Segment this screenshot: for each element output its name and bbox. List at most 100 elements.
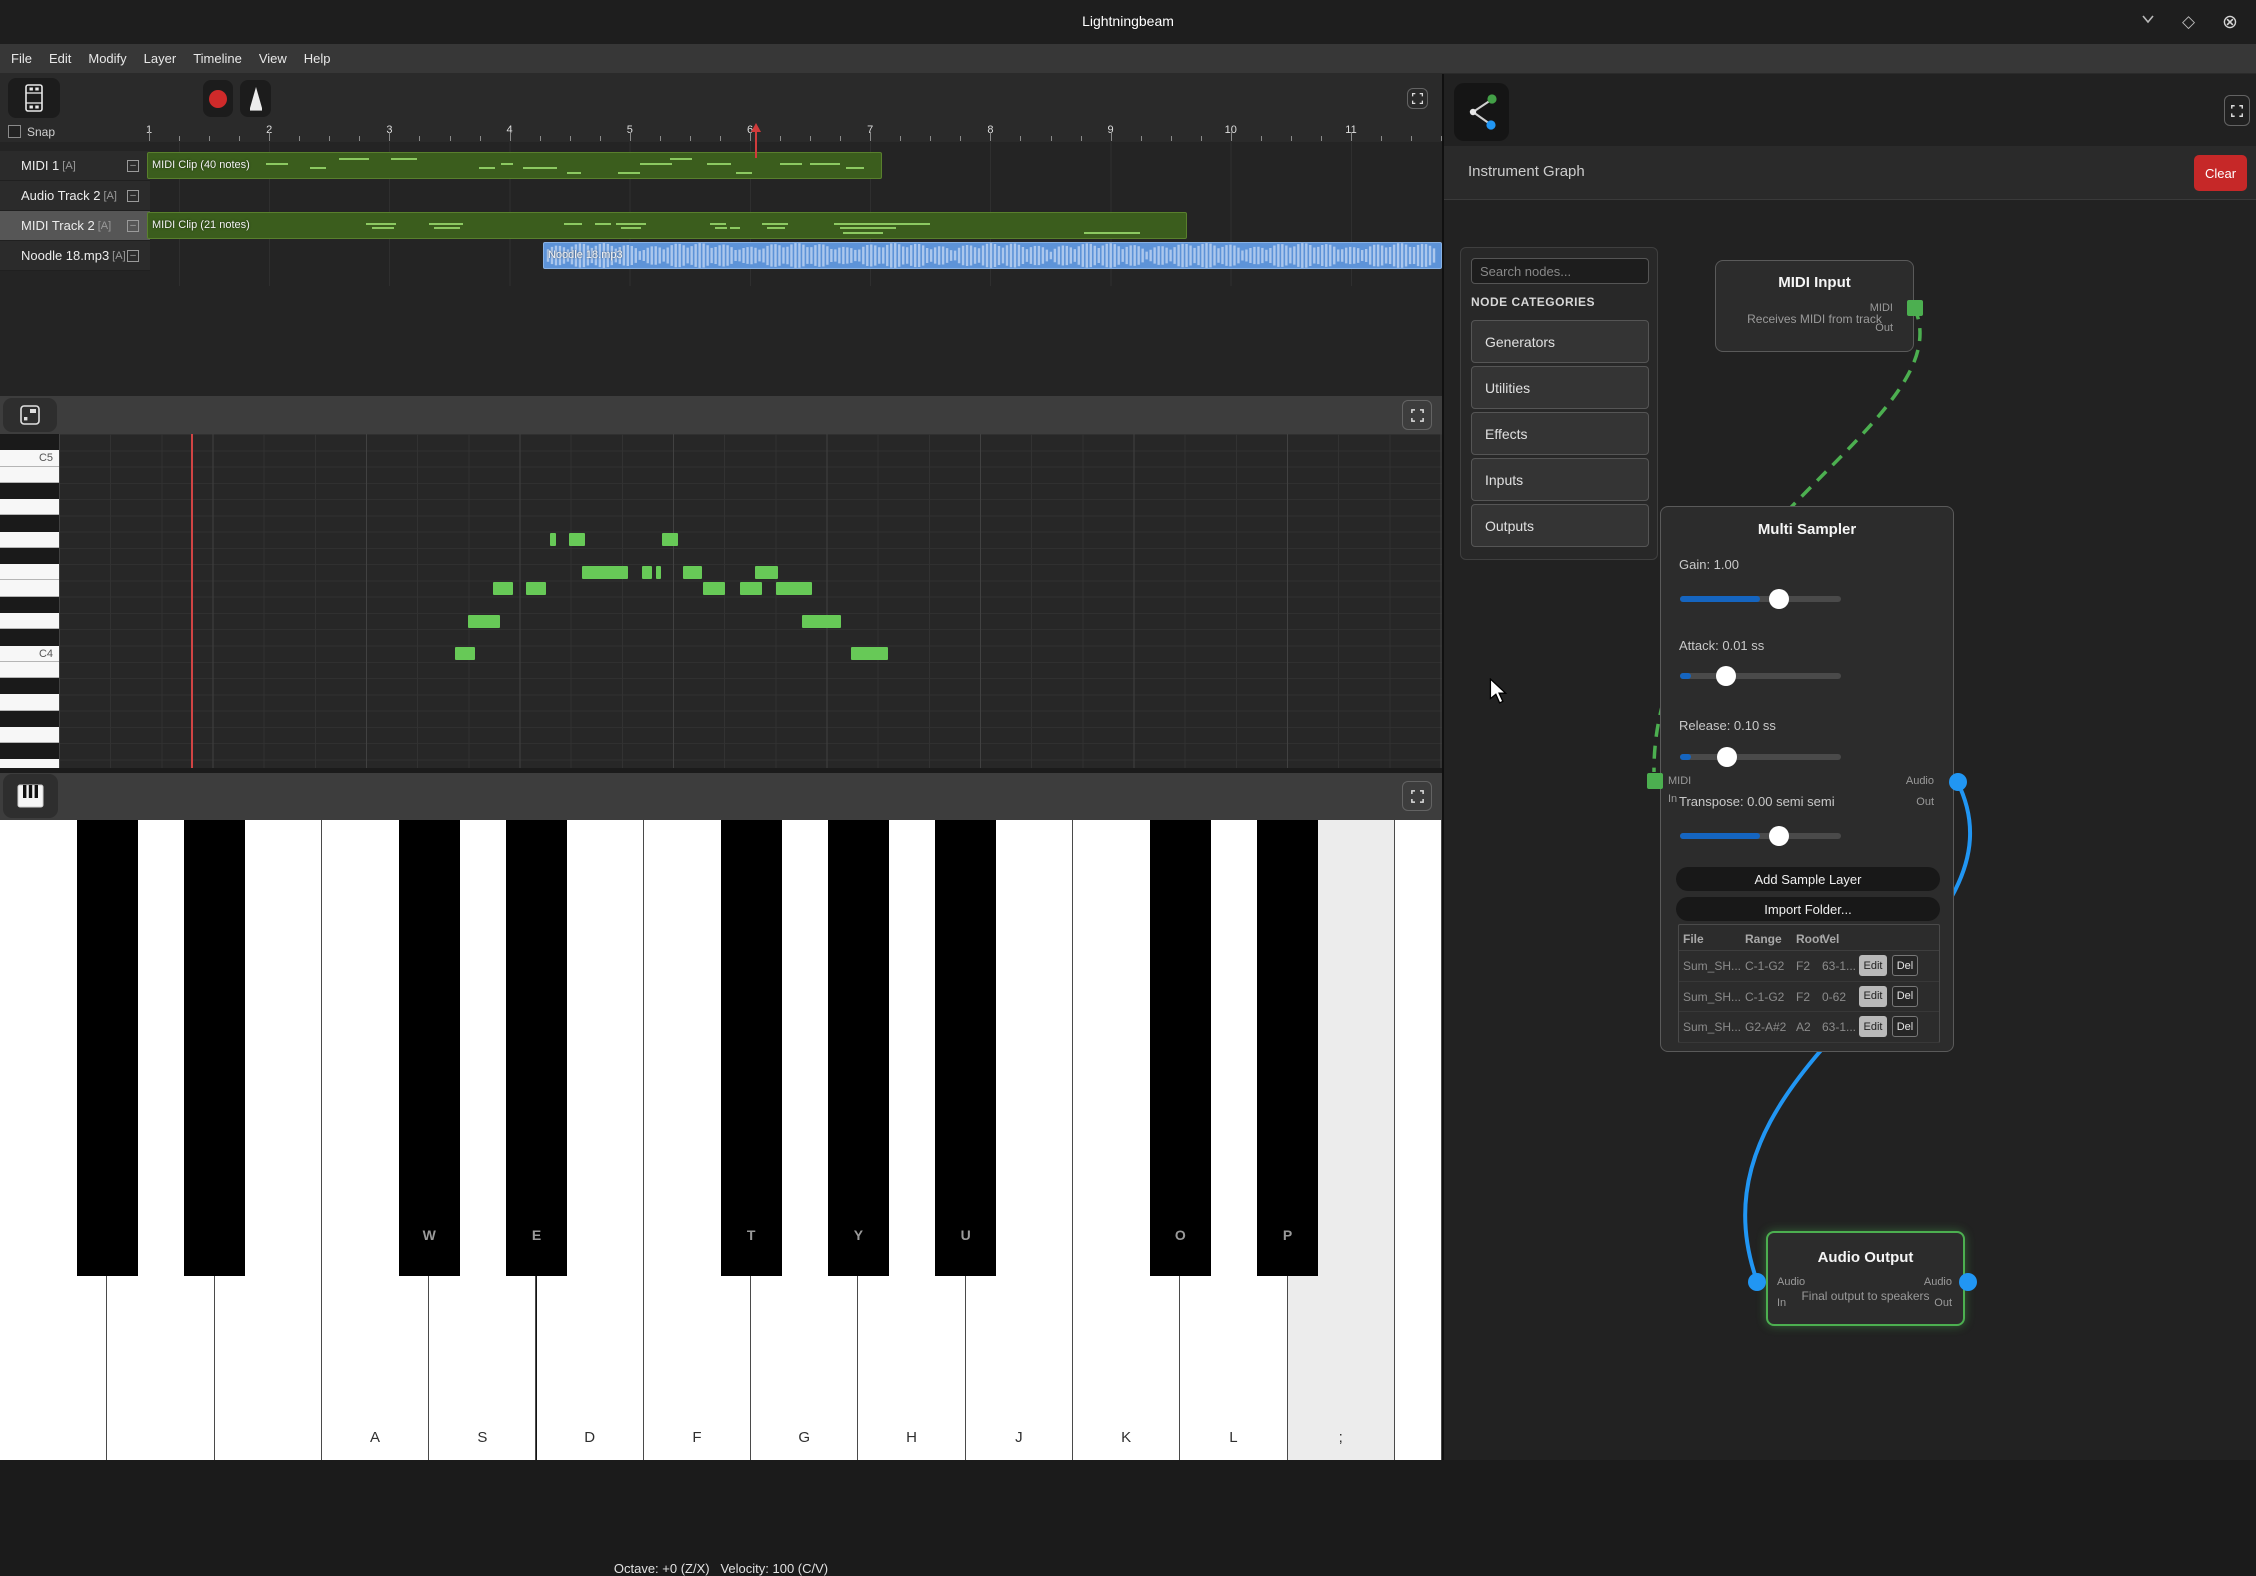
midi-note[interactable] — [582, 566, 628, 579]
clip-midi-clip-40-notes-[interactable]: MIDI Clip (40 notes) — [147, 152, 882, 179]
import-folder-button[interactable]: Import Folder... — [1676, 897, 1940, 921]
midi-note[interactable] — [851, 647, 888, 660]
black-key-8[interactable]: Y — [828, 820, 889, 1276]
black-key-7[interactable]: T — [721, 820, 782, 1276]
track-row-midi-track-2[interactable]: MIDI Track 2[A]– — [0, 211, 150, 241]
piano-roll-black-key[interactable] — [0, 678, 59, 694]
piano-roll-white-key[interactable] — [0, 564, 59, 580]
piano-roll-grid[interactable]: C5C4 — [0, 434, 1442, 768]
clip-noodle-18-mp3[interactable]: Noodle 18.mp3 — [543, 242, 1442, 269]
piano-roll-white-key[interactable] — [0, 759, 59, 768]
midi-note[interactable] — [468, 615, 500, 628]
menu-item-layer[interactable]: Layer — [144, 51, 192, 66]
tracks-area[interactable]: MIDI 1[A]–Audio Track 2[A]–MIDI Track 2[… — [0, 142, 1442, 286]
graph-canvas[interactable]: NODE CATEGORIES GeneratorsUtilitiesEffec… — [1444, 200, 2256, 1460]
snap-checkbox[interactable] — [8, 125, 21, 138]
black-key-2[interactable] — [184, 820, 245, 1276]
piano-roll-white-key[interactable] — [0, 467, 59, 483]
slider-thumb[interactable] — [1769, 826, 1789, 846]
piano-roll-white-key[interactable] — [0, 694, 59, 710]
node-audio-output[interactable]: Audio Output Final output to speakers Au… — [1766, 1231, 1965, 1326]
menu-item-modify[interactable]: Modify — [88, 51, 141, 66]
audio-in-port[interactable] — [1748, 1273, 1766, 1291]
midi-note[interactable] — [740, 582, 762, 595]
menu-item-view[interactable]: View — [259, 51, 302, 66]
midi-note[interactable] — [493, 582, 513, 595]
white-key-13[interactable] — [1395, 820, 1442, 1460]
track-checkbox[interactable]: – — [127, 250, 139, 262]
graph-view-button[interactable] — [1454, 83, 1509, 141]
menu-item-help[interactable]: Help — [304, 51, 346, 66]
piano-roll-expand-button[interactable] — [1402, 400, 1432, 430]
track-row-noodle-18-mp3[interactable]: Noodle 18.mp3[A]– — [0, 241, 150, 271]
param-slider-1[interactable] — [1680, 673, 1841, 679]
track-checkbox[interactable]: – — [127, 190, 139, 202]
clip-midi-clip-21-notes-[interactable]: MIDI Clip (21 notes) — [147, 212, 1187, 239]
film-roll-button[interactable] — [8, 78, 60, 118]
edit-button[interactable]: Edit — [1859, 955, 1887, 976]
piano-roll-black-key[interactable] — [0, 743, 59, 759]
midi-note[interactable] — [755, 566, 778, 579]
midi-note[interactable] — [656, 566, 661, 579]
piano-roll-black-key[interactable] — [0, 629, 59, 645]
piano-roll-white-key[interactable] — [0, 613, 59, 629]
midi-out-port[interactable] — [1907, 300, 1923, 316]
metronome-button[interactable] — [240, 80, 271, 117]
midi-note[interactable] — [550, 533, 556, 546]
clear-button[interactable]: Clear — [2194, 155, 2247, 191]
menu-item-timeline[interactable]: Timeline — [193, 51, 257, 66]
black-key-1[interactable] — [77, 820, 138, 1276]
edit-button[interactable]: Edit — [1859, 1016, 1887, 1037]
slider-thumb[interactable] — [1769, 589, 1789, 609]
midi-note[interactable] — [662, 533, 678, 546]
piano-roll-black-key[interactable] — [0, 597, 59, 613]
diamond-icon[interactable]: ◇ — [2182, 12, 2195, 32]
black-key-5[interactable]: E — [506, 820, 567, 1276]
keyboard-panel-button[interactable] — [3, 774, 58, 818]
midi-in-port[interactable] — [1647, 773, 1663, 789]
delete-button[interactable]: Del — [1892, 1016, 1918, 1037]
piano-roll-white-key[interactable]: C4 — [0, 646, 59, 662]
category-utilities[interactable]: Utilities — [1471, 366, 1649, 409]
chevron-down-icon[interactable] — [2140, 11, 2156, 32]
menu-item-edit[interactable]: Edit — [49, 51, 86, 66]
midi-note[interactable] — [776, 582, 812, 595]
node-midi-input[interactable]: MIDI Input Receives MIDI from track MIDI… — [1715, 260, 1914, 352]
black-key-4[interactable]: W — [399, 820, 460, 1276]
search-input[interactable] — [1471, 258, 1649, 284]
keyboard-expand-button[interactable] — [1402, 781, 1432, 811]
track-checkbox[interactable]: – — [127, 220, 139, 232]
midi-note[interactable] — [455, 647, 475, 660]
black-key-12[interactable]: P — [1257, 820, 1318, 1276]
midi-note[interactable] — [569, 533, 585, 546]
piano-roll-white-key[interactable] — [0, 662, 59, 678]
midi-note[interactable] — [802, 615, 841, 628]
slider-thumb[interactable] — [1716, 666, 1736, 686]
category-generators[interactable]: Generators — [1471, 320, 1649, 363]
timeline-expand-button[interactable] — [1407, 88, 1428, 109]
slider-thumb[interactable] — [1717, 747, 1737, 767]
midi-note[interactable] — [526, 582, 546, 595]
piano-roll-white-key[interactable] — [0, 532, 59, 548]
black-key-9[interactable]: U — [935, 820, 996, 1276]
param-slider-2[interactable] — [1680, 754, 1841, 760]
close-icon[interactable]: ⊗ — [2222, 11, 2238, 34]
piano-roll-white-key[interactable] — [0, 727, 59, 743]
add-sample-layer-button[interactable]: Add Sample Layer — [1676, 867, 1940, 891]
audio-out-port[interactable] — [1949, 773, 1967, 791]
piano-roll-layout-button[interactable] — [3, 398, 57, 432]
timeline-ruler[interactable]: Snap 1234567891011 — [0, 122, 1442, 142]
param-slider-0[interactable] — [1680, 596, 1841, 602]
delete-button[interactable]: Del — [1892, 986, 1918, 1007]
category-effects[interactable]: Effects — [1471, 412, 1649, 455]
piano-roll-black-key[interactable] — [0, 548, 59, 564]
track-checkbox[interactable]: – — [127, 160, 139, 172]
category-outputs[interactable]: Outputs — [1471, 504, 1649, 547]
delete-button[interactable]: Del — [1892, 955, 1918, 976]
record-button[interactable] — [203, 80, 233, 117]
piano-roll-black-key[interactable] — [0, 711, 59, 727]
piano-roll-white-key[interactable] — [0, 499, 59, 515]
midi-note[interactable] — [683, 566, 702, 579]
track-row-audio-track-2[interactable]: Audio Track 2[A]– — [0, 181, 150, 211]
menu-item-file[interactable]: File — [9, 51, 47, 66]
